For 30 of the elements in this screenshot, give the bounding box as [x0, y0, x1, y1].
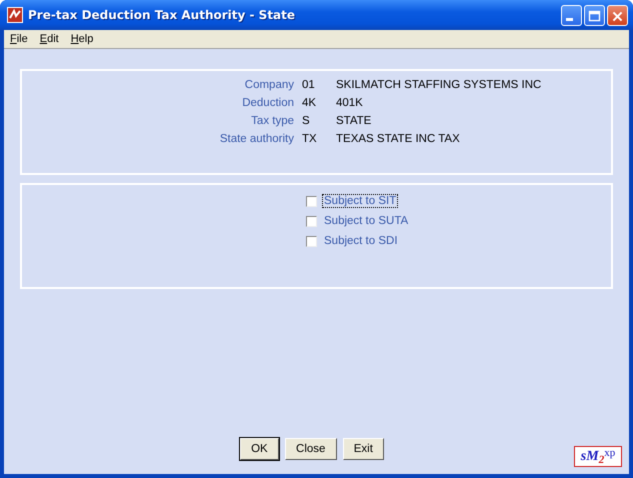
checkbox-label[interactable]: Subject to SUTA	[322, 214, 410, 228]
field-code: 01	[302, 79, 316, 91]
checkbox[interactable]	[306, 196, 317, 206]
dialog-button[interactable]: Close	[284, 438, 337, 460]
field-value: STATE	[336, 115, 372, 127]
close-button[interactable]	[607, 4, 628, 26]
field-code: S	[302, 115, 311, 127]
checkbox[interactable]	[306, 216, 317, 226]
minimize-button[interactable]	[561, 4, 582, 26]
field-code: TX	[302, 133, 318, 145]
field-value: SKILMATCH STAFFING SYSTEMS INC	[336, 79, 542, 91]
menu-item[interactable]: File	[10, 33, 28, 45]
field-label: Company	[244, 79, 295, 91]
menu-item[interactable]: Edit	[40, 33, 59, 45]
checkbox[interactable]	[306, 236, 317, 246]
minimize-icon	[566, 18, 573, 20]
field-value: 401K	[336, 97, 364, 109]
field-label: Deduction	[241, 97, 295, 109]
app-icon	[7, 7, 23, 23]
dialog-button[interactable]: OK	[240, 438, 279, 460]
maximize-button[interactable]	[584, 4, 605, 26]
field-value: TEXAS STATE INC TAX	[336, 133, 461, 145]
field-code: 4K	[302, 97, 318, 109]
field-label: State authority	[218, 133, 295, 145]
menu-item[interactable]: Help	[70, 33, 94, 45]
checkbox-label[interactable]: Subject to SIT	[322, 194, 398, 208]
dialog-button[interactable]: Exit	[342, 438, 384, 460]
window-title: Pre-tax Deduction Tax Authority - State	[28, 8, 296, 22]
field-label: Tax type	[250, 115, 295, 127]
checkbox-label[interactable]: Subject to SDI	[322, 234, 400, 248]
